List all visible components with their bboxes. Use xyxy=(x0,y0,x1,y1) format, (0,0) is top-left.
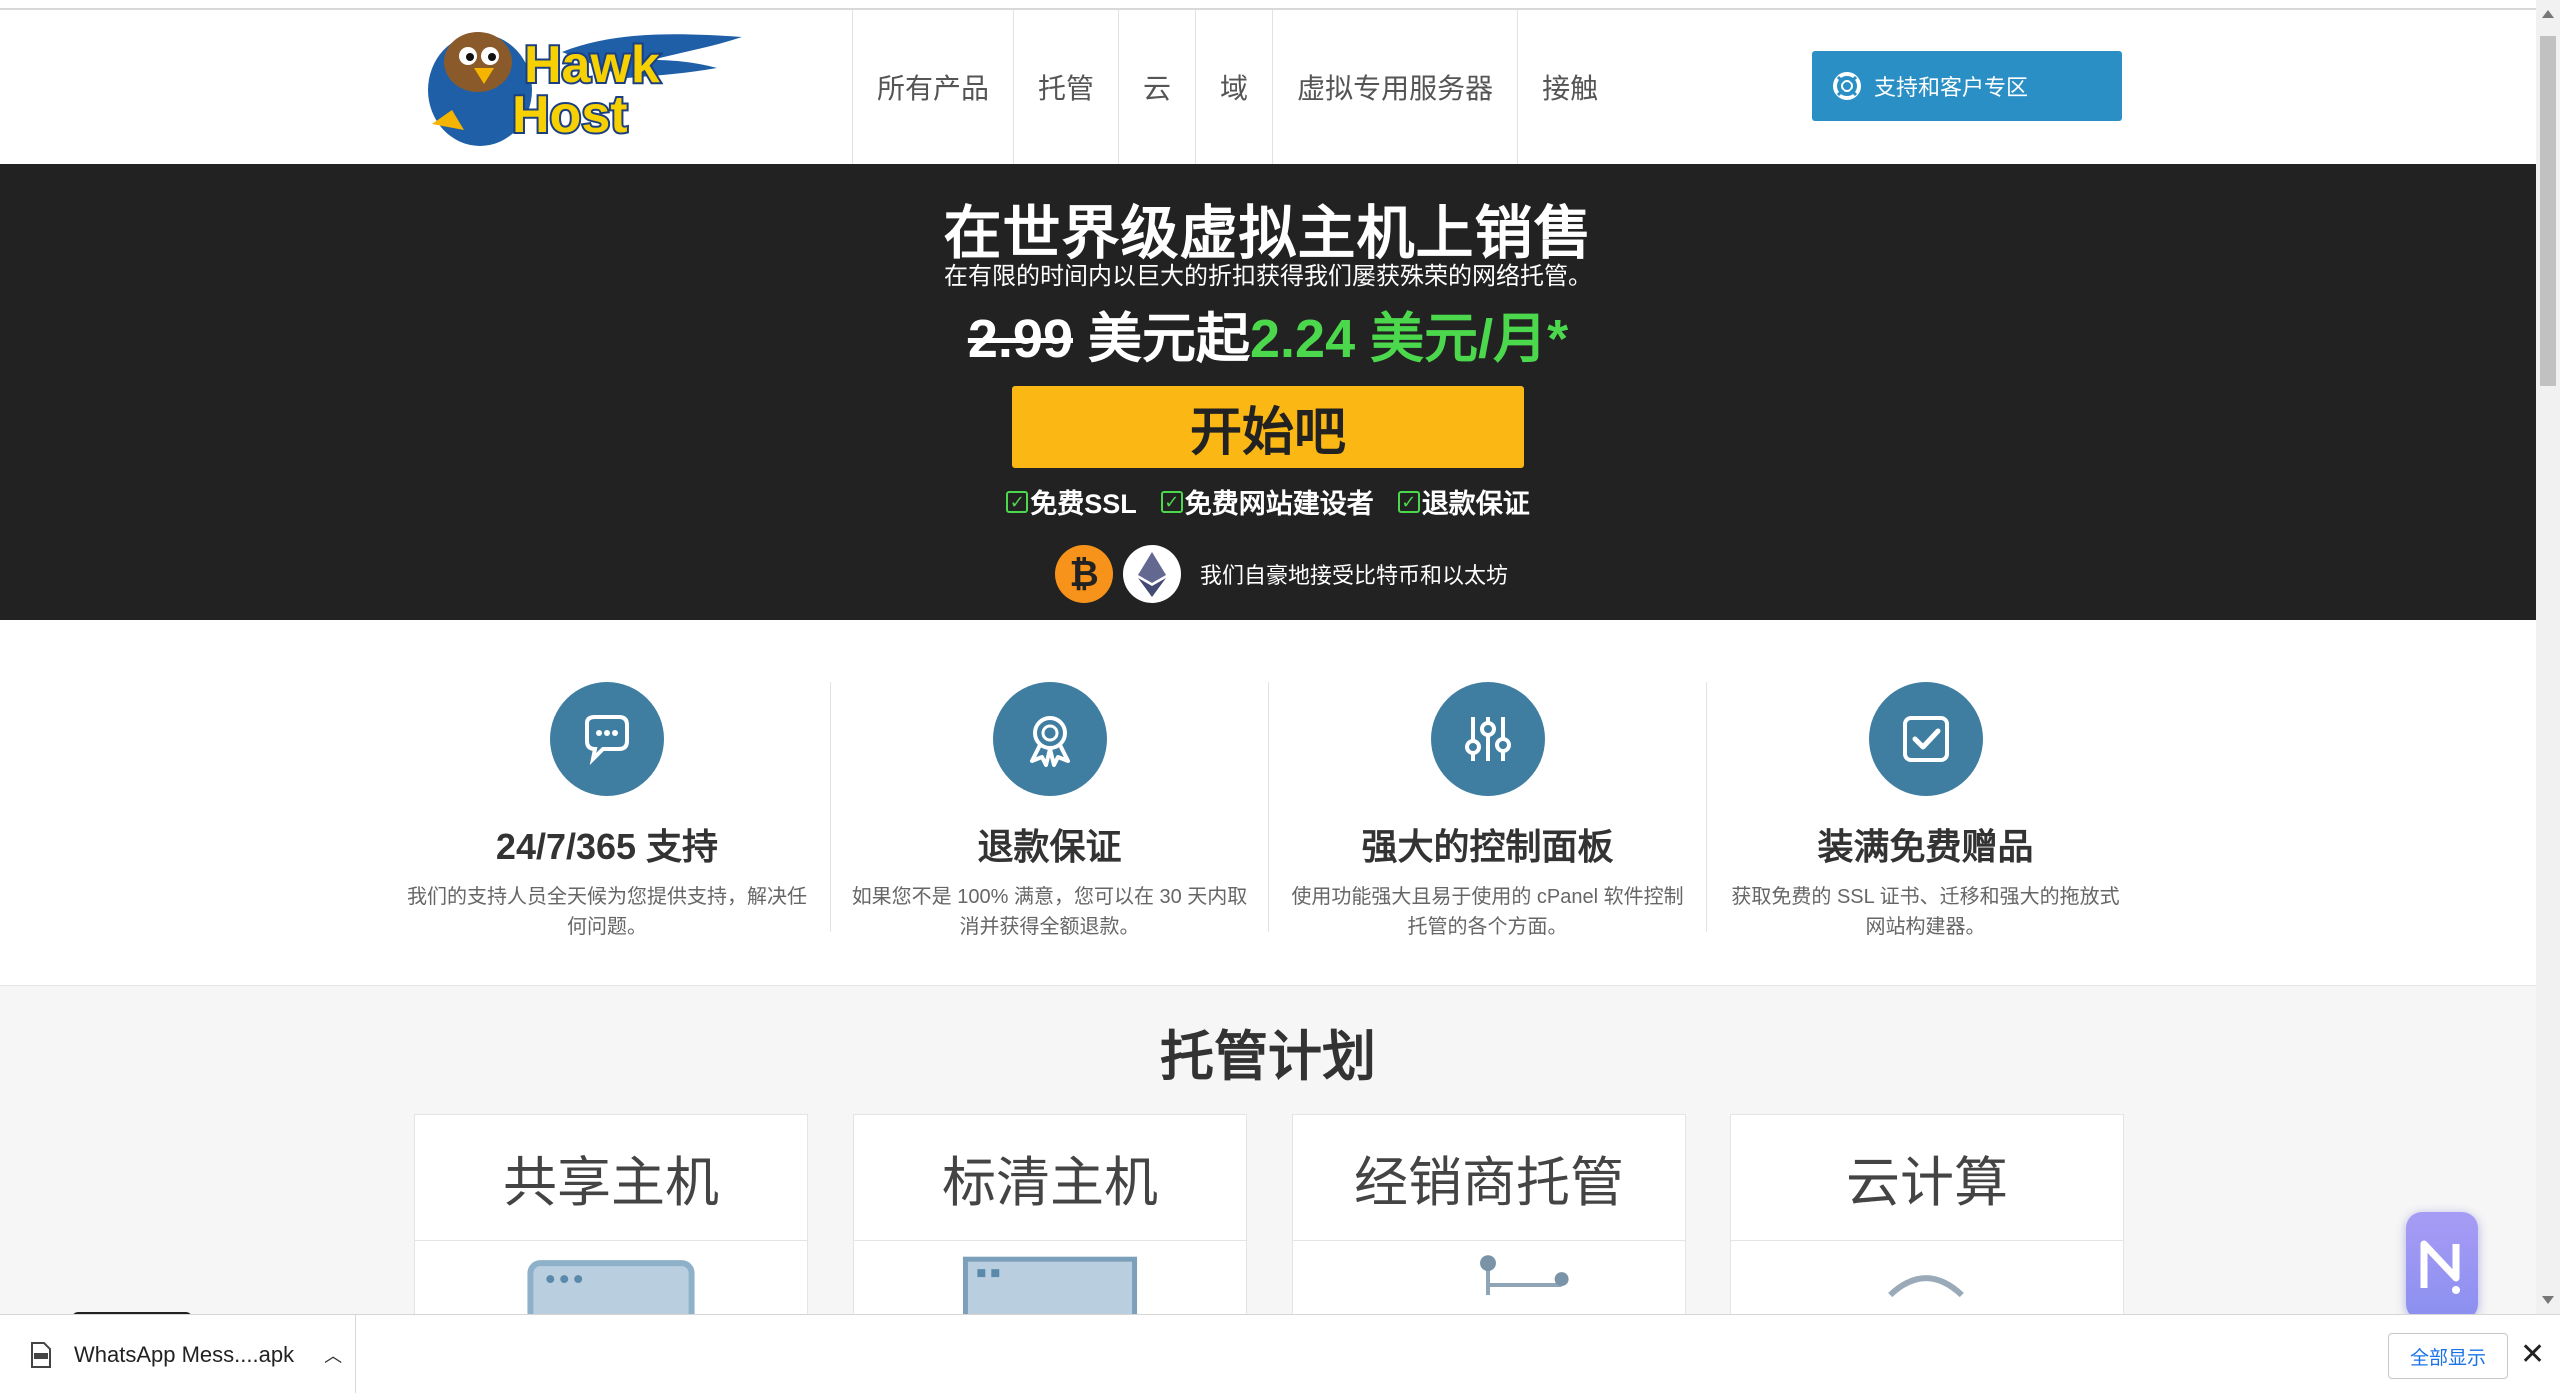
feature-freebies: 装满免费赠品 获取免费的 SSL 证书、迁移和强大的拖放式网站构建器。 xyxy=(1706,682,2144,938)
feature-desc: 如果您不是 100% 满意，您可以在 30 天内取消并获得全额退款。 xyxy=(851,886,1248,938)
network-icon xyxy=(1480,1255,1569,1295)
features-strip: 24/7/365 支持 我们的支持人员全天候为您提供支持，解决任何问题。 退款保… xyxy=(0,620,2536,986)
download-filename: WhatsApp Mess....apk xyxy=(74,1341,295,1367)
download-bar: WhatsApp Mess....apk ︿ 全部显示 ✕ xyxy=(0,1314,2560,1393)
scroll-down-icon[interactable] xyxy=(2542,1296,2554,1304)
feature-icon-circle xyxy=(1430,682,1545,796)
hero-banner: 在世界级虚拟主机上销售 在有限的时间内以巨大的折扣获得我们屡获殊荣的网络托管。 … xyxy=(0,164,2536,620)
nav-contact[interactable]: 接触 xyxy=(1517,10,1622,164)
bitcoin-icon: ₿ xyxy=(1055,545,1113,603)
chat-icon xyxy=(585,715,629,766)
nav-vps[interactable]: 虚拟专用服务器 xyxy=(1272,10,1517,164)
plan-name: 云计算 xyxy=(1731,1115,2123,1241)
monitor-icon xyxy=(962,1256,1138,1314)
crypto-text: 我们自豪地接受比特币和以太坊 xyxy=(1200,563,1509,588)
ethereum-icon xyxy=(1123,545,1181,603)
check-icon: ✓ xyxy=(1397,490,1420,513)
assistant-logo-icon xyxy=(2420,1240,2460,1294)
award-icon xyxy=(1029,716,1070,767)
feature-title: 装满免费赠品 xyxy=(1817,826,2034,867)
close-icon[interactable]: ✕ xyxy=(2520,1337,2545,1372)
main-nav: 所有产品 托管 云 域 虚拟专用服务器 接触 xyxy=(852,10,1622,164)
feature-desc: 使用功能强大且易于使用的 cPanel 软件控制托管的各个方面。 xyxy=(1291,886,1684,938)
feature-title: 强大的控制面板 xyxy=(1361,826,1614,867)
feature-site-builder: ✓ 免费网站建设者 xyxy=(1160,482,1374,521)
site-header: Hawk Host 所有产品 托管 云 域 虚拟专用服务器 接触 支持和客户专区 xyxy=(0,10,2536,164)
feature-desc: 获取免费的 SSL 证书、迁移和强大的拖放式网站构建器。 xyxy=(1731,886,2120,938)
top-border xyxy=(0,0,2536,10)
plan-name: 共享主机 xyxy=(415,1115,807,1241)
check-icon: ✓ xyxy=(1160,490,1183,513)
nav-hosting[interactable]: 托管 xyxy=(1013,10,1118,164)
plan-name: 标清主机 xyxy=(854,1115,1246,1241)
feature-icon-circle xyxy=(1868,682,1983,796)
scroll-up-icon[interactable] xyxy=(2542,10,2554,18)
chevron-up-icon[interactable]: ︿ xyxy=(324,1342,342,1368)
svg-text:Host: Host xyxy=(512,86,628,144)
hero-features: ✓ 免费SSL ✓ 免费网站建设者 ✓ 退款保证 xyxy=(0,482,2536,521)
feature-refund: ✓ 退款保证 xyxy=(1397,482,1530,521)
old-price: 2.99 xyxy=(967,309,1073,369)
apk-file-icon xyxy=(31,1341,51,1368)
plan-reseller[interactable]: 经销商托管 xyxy=(1292,1114,1686,1314)
feature-free-ssl: ✓ 免费SSL xyxy=(1006,482,1137,521)
get-started-button[interactable]: 开始吧 xyxy=(1012,386,1524,468)
hero-price: 2.99 美元起2.24 美元/月* xyxy=(0,294,2536,373)
download-item[interactable]: WhatsApp Mess....apk ︿ xyxy=(0,1315,356,1393)
check-icon: ✓ xyxy=(1006,490,1029,513)
crypto-accepted: ₿ 我们自豪地接受比特币和以太坊 xyxy=(1054,544,1508,604)
new-price: 2.24 美元/月* xyxy=(1250,309,1569,369)
cloud-icon xyxy=(1888,1275,1964,1298)
svg-text:₿: ₿ xyxy=(1069,554,1098,595)
feature-title: 退款保证 xyxy=(977,826,1122,867)
price-from: 美元起 xyxy=(1072,309,1250,369)
plan-name: 经销商托管 xyxy=(1293,1115,1685,1241)
feature-title: 24/7/365 支持 xyxy=(495,826,719,867)
lifebuoy-icon xyxy=(1833,72,1861,100)
feature-label: 免费网站建设者 xyxy=(1184,489,1374,519)
page: Hawk Host 所有产品 托管 云 域 虚拟专用服务器 接触 支持和客户专区… xyxy=(0,10,2536,1314)
feature-control-panel: 强大的控制面板 使用功能强大且易于使用的 cPanel 软件控制托管的各个方面。 xyxy=(1268,682,1706,938)
plans-title: 托管计划 xyxy=(1160,1027,1376,1087)
nav-domain[interactable]: 域 xyxy=(1195,10,1272,164)
support-label: 支持和客户专区 xyxy=(1874,75,2029,100)
feature-desc: 我们的支持人员全天候为您提供支持，解决任何问题。 xyxy=(407,886,807,938)
sliders-icon xyxy=(1464,717,1511,761)
nav-cloud[interactable]: 云 xyxy=(1118,10,1195,164)
plan-cloud[interactable]: 云计算 xyxy=(1730,1114,2124,1314)
show-all-button[interactable]: 全部显示 xyxy=(2388,1333,2508,1379)
feature-support: 24/7/365 支持 我们的支持人员全天候为您提供支持，解决任何问题。 xyxy=(388,682,826,938)
feature-icon-circle xyxy=(550,682,664,796)
plan-sd[interactable]: 标清主机 xyxy=(853,1114,1247,1314)
feature-refund-guarantee: 退款保证 如果您不是 100% 满意，您可以在 30 天内取消并获得全额退款。 xyxy=(830,682,1268,938)
feature-icon-circle xyxy=(992,682,1107,796)
hawkhost-logo[interactable]: Hawk Host xyxy=(412,12,742,152)
assistant-widget[interactable] xyxy=(2406,1212,2478,1314)
scroll-thumb[interactable] xyxy=(2540,36,2556,386)
page-scrollbar[interactable] xyxy=(2536,0,2560,1314)
support-button[interactable]: 支持和客户专区 xyxy=(1812,51,2122,121)
plan-shared[interactable]: 共享主机 xyxy=(414,1114,808,1314)
browser-window-icon xyxy=(527,1260,695,1314)
checkbox-icon xyxy=(1902,716,1949,762)
feature-label: 免费SSL xyxy=(1030,489,1137,519)
feature-label: 退款保证 xyxy=(1421,489,1530,519)
nav-all-products[interactable]: 所有产品 xyxy=(852,10,1013,164)
hero-subtitle: 在有限的时间内以巨大的折扣获得我们屡获殊荣的网络托管。 xyxy=(944,263,1592,290)
